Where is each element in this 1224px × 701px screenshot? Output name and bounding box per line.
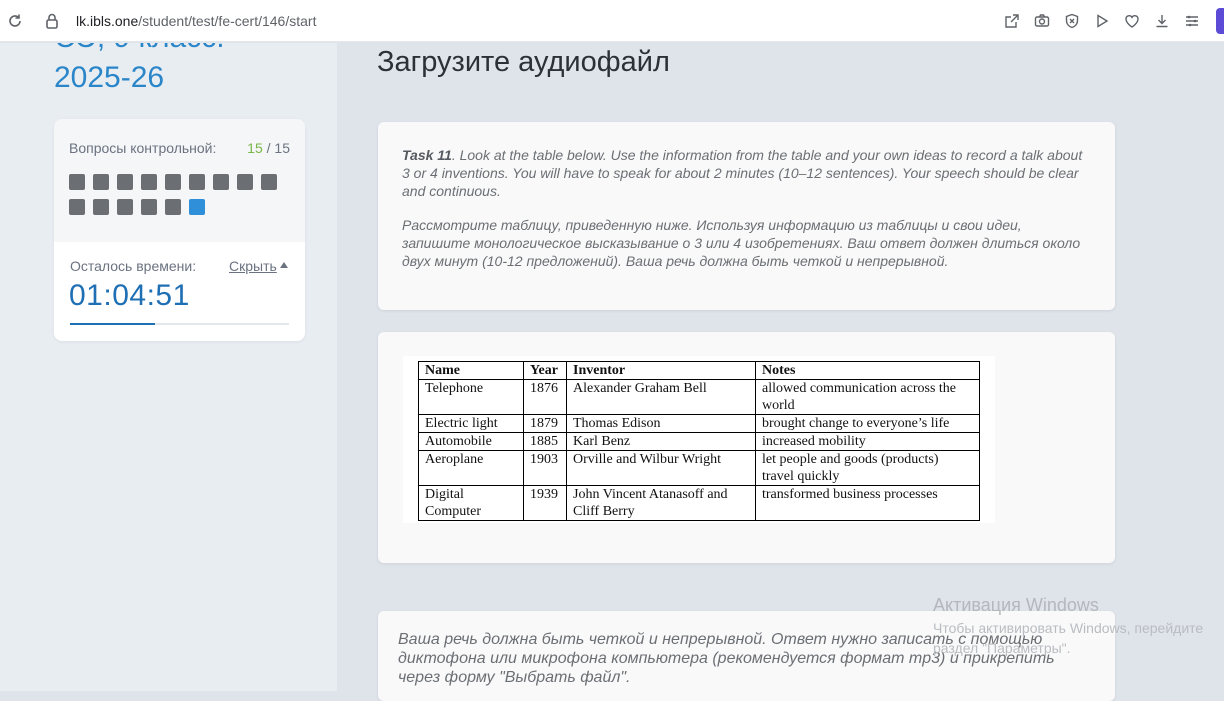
table-cell: 1885	[523, 432, 567, 451]
table-cell: Digital Computer	[418, 485, 524, 521]
test-progress-card: Вопросы контрольной: 15 / 15 Осталось вр…	[54, 119, 305, 341]
table-cell: 1939	[523, 485, 567, 521]
question-5-button[interactable]	[165, 174, 181, 190]
table-cell: 1879	[523, 414, 567, 433]
time-left-label: Осталось времени:	[70, 258, 197, 274]
table-row: Digital Computer 1939 John Vincent Atana…	[418, 485, 980, 521]
page-title: Загрузите аудиофайл	[377, 46, 670, 78]
download-icon[interactable]	[1152, 11, 1172, 31]
task-description-ru: Рассмотрите таблицу, приведенную ниже. И…	[402, 217, 1081, 269]
table-cell: allowed communication across the world	[755, 379, 980, 415]
question-2-button[interactable]	[93, 174, 109, 190]
column-header: Name	[418, 361, 524, 380]
table-card: Name Year Inventor Notes Telephone 1876 …	[378, 332, 1115, 563]
table-cell: brought change to everyone’s life	[755, 414, 980, 433]
address-bar[interactable]: lk.ibls.one/student/test/fe-cert/146/sta…	[76, 13, 316, 29]
task-description-en: Task 11. Look at the table below. Use th…	[402, 146, 1092, 200]
camera-icon[interactable]	[1032, 11, 1052, 31]
windows-activation-text-2: раздел "Параметры".	[933, 640, 1071, 656]
question-11-button[interactable]	[93, 199, 109, 215]
table-cell: Automobile	[418, 432, 524, 451]
sidebar: СЭ, 9 класс. 2025-26 Вопросы контрольной…	[0, 43, 337, 691]
table-row: Electric light 1879 Thomas Edison brough…	[418, 414, 980, 433]
column-header: Inventor	[566, 361, 756, 380]
inventions-table: Name Year Inventor Notes Telephone 1876 …	[418, 361, 980, 521]
table-cell: Karl Benz	[566, 432, 756, 451]
windows-activation-text: Чтобы активировать Windows, перейдите	[933, 620, 1204, 636]
questions-separator: /	[262, 140, 275, 156]
hide-timer-link[interactable]: Скрыть	[229, 258, 277, 274]
task-text-en: . Look at the table below. Use the infor…	[402, 147, 1083, 199]
table-cell: let people and goods (products) travel q…	[755, 450, 980, 486]
question-7-button[interactable]	[213, 174, 229, 190]
heart-icon[interactable]	[1122, 11, 1142, 31]
questions-panel: Вопросы контрольной: 15 / 15	[54, 119, 305, 242]
question-12-button[interactable]	[117, 199, 133, 215]
table-cell: Aeroplane	[418, 450, 524, 486]
url-host: lk.ibls.one	[76, 13, 139, 29]
table-cell: Alexander Graham Bell	[566, 379, 756, 415]
table-row: Telephone 1876 Alexander Graham Bell all…	[418, 379, 980, 415]
browser-toolbar: lk.ibls.one/student/test/fe-cert/146/sta…	[0, 0, 1224, 42]
time-progress-fill	[70, 323, 156, 325]
play-icon[interactable]	[1092, 11, 1112, 31]
question-6-button[interactable]	[189, 174, 205, 190]
time-progress-bar	[70, 323, 289, 325]
windows-activation-title: Активация Windows	[933, 595, 1099, 615]
question-1-button[interactable]	[69, 174, 85, 190]
table-cell: increased mobility	[755, 432, 980, 451]
table-cell: Telephone	[418, 379, 524, 415]
task-card: Task 11. Look at the table below. Use th…	[378, 122, 1115, 310]
caret-up-icon[interactable]	[280, 262, 288, 268]
extension-tab[interactable]	[1216, 8, 1224, 34]
main-content: Загрузите аудиофайл Task 11. Look at the…	[337, 43, 1224, 701]
table-header-row: Name Year Inventor Notes	[418, 361, 980, 380]
lock-icon[interactable]	[44, 12, 60, 30]
table-row: Aeroplane 1903 Orville and Wilbur Wright…	[418, 450, 980, 486]
question-13-button[interactable]	[141, 199, 157, 215]
table-cell: Orville and Wilbur Wright	[566, 450, 756, 486]
task-label: Task 11	[402, 147, 452, 163]
table-cell: 1903	[523, 450, 567, 486]
table-row: Automobile 1885 Karl Benz increased mobi…	[418, 432, 980, 451]
share-icon[interactable]	[1002, 11, 1022, 31]
course-title-line1: СЭ, 9 класс.	[54, 43, 225, 55]
question-10-button[interactable]	[69, 199, 85, 215]
questions-done: 15	[247, 140, 263, 156]
url-path: /student/test/fe-cert/146/start	[138, 13, 317, 29]
table-cell: transformed business processes	[755, 485, 980, 521]
countdown-timer: 01:04:51	[69, 279, 190, 312]
inventions-table-image: Name Year Inventor Notes Telephone 1876 …	[403, 356, 995, 523]
question-8-button[interactable]	[237, 174, 253, 190]
course-title: СЭ, 9 класс. 2025-26	[54, 43, 324, 95]
question-14-button[interactable]	[165, 199, 181, 215]
questions-total: 15	[274, 140, 290, 156]
menu-icon[interactable]	[1182, 11, 1202, 31]
question-15-button[interactable]	[189, 199, 205, 215]
question-4-button[interactable]	[141, 174, 157, 190]
course-title-line2: 2025-26	[54, 61, 165, 94]
table-cell: John Vincent Atanasoff and Cliff Berry	[566, 485, 756, 521]
question-9-button[interactable]	[261, 174, 277, 190]
table-cell: Thomas Edison	[566, 414, 756, 433]
table-cell: 1876	[523, 379, 567, 415]
reload-icon[interactable]	[6, 12, 24, 30]
column-header: Year	[523, 361, 567, 380]
instruction-text: Ваша речь должна быть четкой и непрерывн…	[398, 631, 1055, 686]
questions-label: Вопросы контрольной:	[69, 140, 217, 156]
shield-icon[interactable]	[1062, 11, 1082, 31]
question-3-button[interactable]	[117, 174, 133, 190]
table-cell: Electric light	[418, 414, 524, 433]
column-header: Notes	[755, 361, 980, 380]
questions-count: 15 / 15	[247, 140, 290, 156]
